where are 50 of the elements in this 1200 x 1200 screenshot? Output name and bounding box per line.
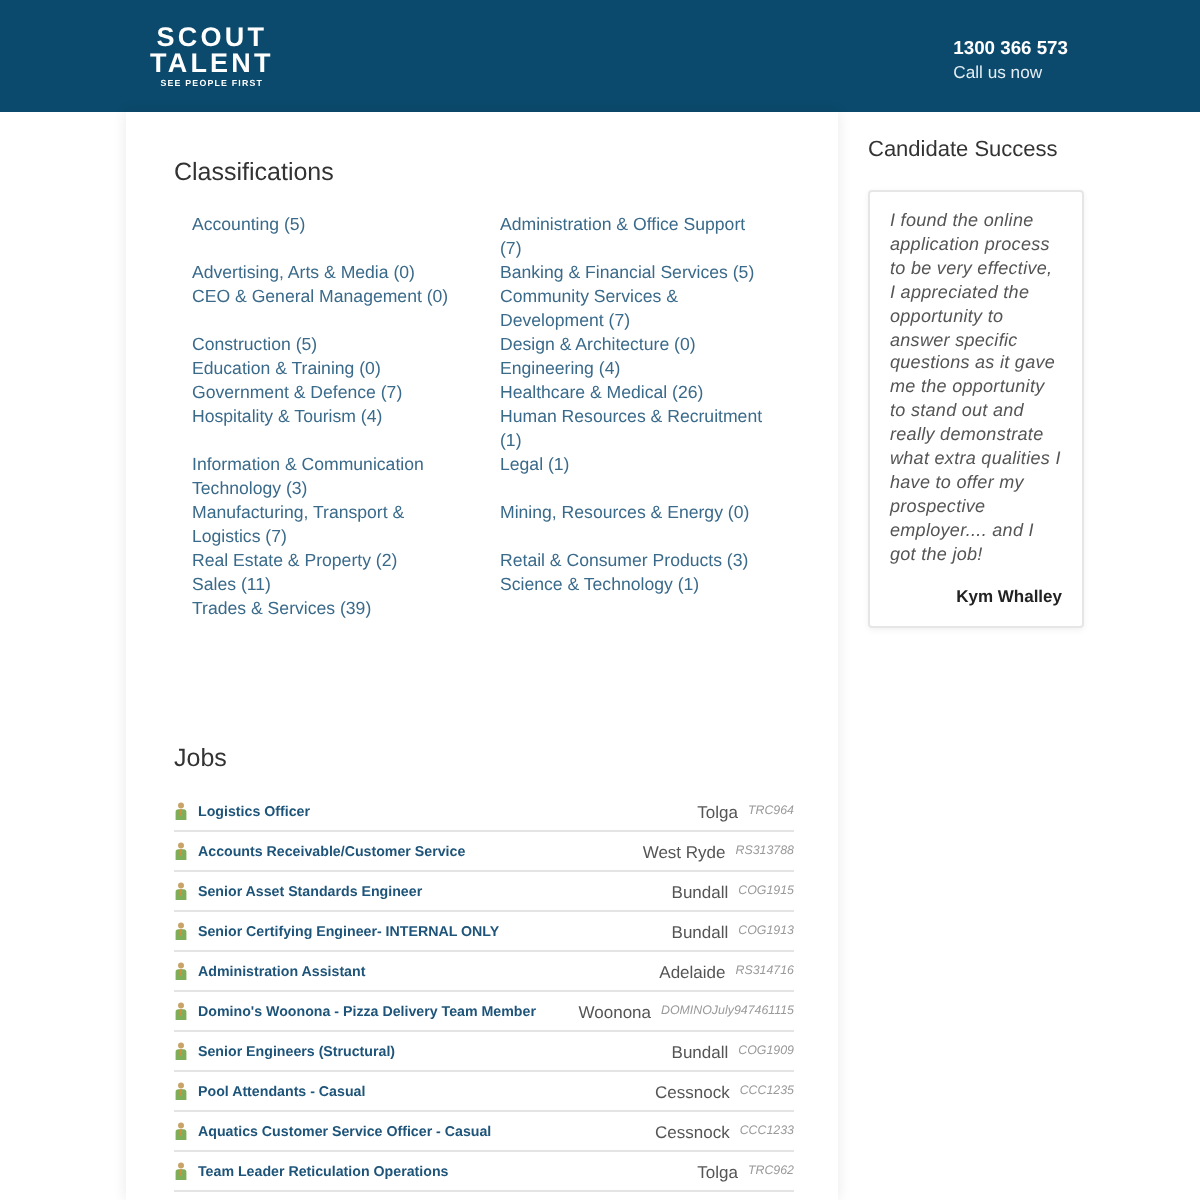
job-location: Cessnock [655,1121,730,1141]
classification-link[interactable]: Government & Defence (7) [192,380,456,404]
person-icon [174,1002,188,1020]
classification-link[interactable]: Construction (5) [192,332,456,356]
person-icon [174,802,188,820]
classification-link[interactable]: Manufacturing, Transport & Logistics (7) [192,500,456,548]
section-title: Classifications [174,156,336,188]
classification-link[interactable]: Information & Communication Technology (3) [192,452,456,500]
classification-link[interactable]: Mining, Resources & Energy (0) [500,500,764,548]
person-icon [174,962,188,980]
classification-link[interactable]: Administration & Office Support (7) [500,212,764,260]
job-location: Woonona [578,1001,651,1021]
classification-link[interactable]: CEO & General Management (0) [192,284,456,332]
testimonial-quote: I found the online application process to be very effective, I appreciated the opportunity to answer specific questions as it gave me the opportunity to stand out and really demonstrate what extra qualities I have to offer my prospective employer.... and I got the job! [890,210,1062,568]
person-icon [174,1162,188,1180]
job-location: Bundall [671,921,729,941]
job-location: Tolga [697,1161,738,1181]
person-icon [174,1122,188,1140]
job-location: Bundall [671,881,729,901]
person-icon [174,1042,188,1060]
job-location: Adelaide [659,961,726,981]
classification-link[interactable]: Legal (1) [500,452,764,500]
person-icon [174,922,188,940]
phone-number[interactable]: 1300 366 573 [953,35,1068,59]
classification-link[interactable]: Healthcare & Medical (26) [500,380,764,404]
classification-link[interactable]: Design & Architecture (0) [500,332,764,356]
classification-link[interactable]: Human Resources & Recruitment (1) [500,404,764,452]
classification-link[interactable]: Engineering (4) [500,356,764,380]
section-title: Candidate Success [868,136,1060,164]
person-icon [174,1082,188,1100]
job-location: Cessnock [655,1081,730,1101]
job-location: West Ryde [642,841,726,861]
job-location: Tolga [697,801,738,821]
person-icon [174,882,188,900]
classification-link[interactable]: Community Services & Development (7) [500,284,764,332]
section-title: Jobs [174,742,229,774]
classification-link[interactable]: Retail & Consumer Products (3) [500,548,764,572]
classification-link[interactable]: Real Estate & Property (2) [192,548,456,572]
classification-link[interactable]: Banking & Financial Services (5) [500,260,764,284]
job-location: Bundall [671,1041,729,1061]
classification-link[interactable]: Sales (11) [192,572,456,596]
classification-link[interactable]: Science & Technology (1) [500,572,764,596]
classification-link[interactable]: Education & Training (0) [192,356,456,380]
classification-link[interactable]: Advertising, Arts & Media (0) [192,260,456,284]
classification-link[interactable]: Trades & Services (39) [192,596,456,620]
classification-link[interactable]: Accounting (5) [192,212,456,260]
person-icon [174,842,188,860]
testimonial-author: Kym Whalley [956,585,1062,606]
call-label: Call us now [953,59,1045,83]
classification-link[interactable]: Hospitality & Tourism (4) [192,404,456,452]
